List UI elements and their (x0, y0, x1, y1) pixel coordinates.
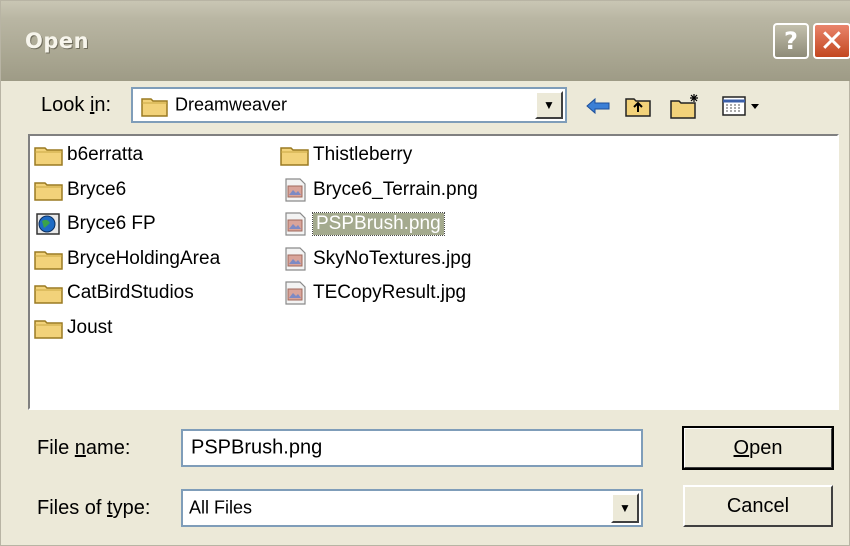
list-item[interactable]: Bryce6 FP (34, 209, 156, 239)
file-name: b6erratta (67, 144, 144, 165)
view-menu-icon[interactable] (719, 91, 765, 121)
cancel-button[interactable]: Cancel (683, 485, 833, 527)
file-name: SkyNoTextures.jpg (313, 247, 472, 269)
file-name: CatBirdStudios (67, 282, 194, 303)
file-name: Thistleberry (313, 144, 413, 165)
folder-icon (34, 178, 64, 202)
file-list[interactable]: b6erratta Bryce6 Bryce6 FP BryceHoldingArea… (28, 134, 839, 410)
up-folder-icon[interactable] (621, 91, 655, 121)
folder-icon (141, 95, 169, 122)
folder-icon (34, 316, 64, 340)
list-item[interactable]: BryceHoldingArea (34, 244, 220, 274)
file-type-dropdown[interactable]: All Files ▼ (181, 489, 643, 527)
file-name: PSPBrush.png (312, 212, 445, 236)
file-name: TECopyResult.jpg (313, 282, 467, 303)
open-button[interactable]: Open (682, 426, 834, 470)
list-item[interactable]: TECopyResult.jpg (280, 278, 466, 308)
folder-icon (34, 281, 64, 305)
file-type-label: Files of type: (37, 497, 151, 519)
dialog-title: Open (25, 29, 90, 53)
globe-icon (34, 212, 64, 236)
file-type-value: All Files (189, 497, 253, 518)
look-in-label: Look in: (41, 94, 112, 116)
folder-icon (280, 143, 310, 167)
list-item[interactable]: Joust (34, 313, 112, 343)
chevron-down-icon[interactable]: ▼ (611, 493, 639, 523)
list-item[interactable]: CatBirdStudios (34, 278, 194, 308)
file-name: Bryce6_Terrain.png (313, 178, 478, 200)
list-item[interactable]: SkyNoTextures.jpg (280, 244, 471, 274)
look-in-value: Dreamweaver (175, 94, 288, 115)
open-dialog: Open ? ✕ Look in: Dreamweaver ▼ b6erratt… (0, 0, 850, 546)
file-name: Bryce6 FP (67, 213, 156, 234)
list-item[interactable]: Bryce6 (34, 175, 126, 205)
image-file-icon (280, 212, 310, 236)
file-name-input[interactable]: PSPBrush.png (181, 429, 643, 467)
folder-icon (34, 143, 64, 167)
list-item[interactable]: PSPBrush.png (280, 209, 445, 239)
image-file-icon (280, 246, 310, 271)
image-file-icon (280, 281, 310, 305)
file-name: BryceHoldingArea (67, 247, 221, 269)
title-bar[interactable]: Open ? ✕ (1, 1, 850, 81)
file-name-value: PSPBrush.png (191, 436, 323, 459)
close-button[interactable]: ✕ (813, 23, 850, 59)
look-in-dropdown[interactable]: Dreamweaver ▼ (131, 87, 567, 123)
file-name: Bryce6 (67, 178, 127, 200)
list-item[interactable]: Bryce6_Terrain.png (280, 175, 478, 205)
image-file-icon (280, 177, 310, 202)
list-item[interactable]: Thistleberry (280, 140, 412, 170)
new-folder-icon[interactable] (667, 91, 705, 121)
chevron-down-icon[interactable]: ▼ (535, 91, 563, 119)
folder-icon (34, 247, 64, 271)
help-button[interactable]: ? (773, 23, 809, 59)
list-item[interactable]: b6erratta (34, 140, 143, 170)
file-name-label: File name: (37, 437, 131, 459)
back-arrow-icon[interactable] (581, 91, 615, 121)
file-name: Joust (67, 316, 113, 338)
